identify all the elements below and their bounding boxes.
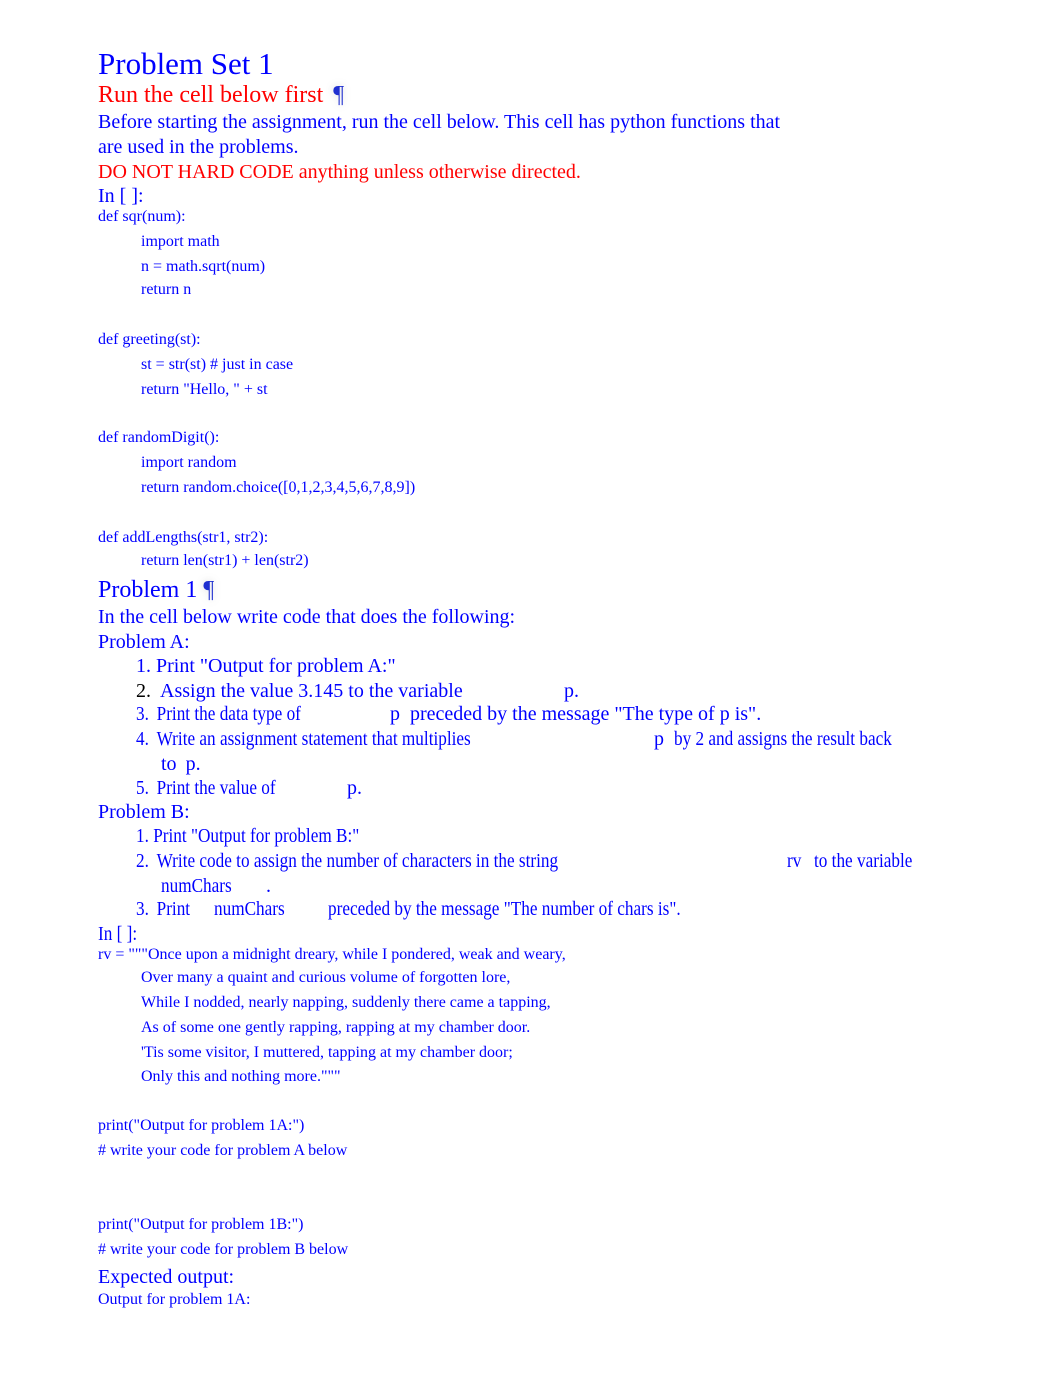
- item-number: 1.: [136, 655, 151, 677]
- code-line: return "Hello, " + st: [141, 381, 268, 398]
- item-number: 1.: [136, 825, 149, 847]
- item-number: 4.: [136, 728, 149, 750]
- problem-a-item-3: 3. Print the data type of: [136, 703, 328, 726]
- inline-variable: p: [390, 703, 400, 725]
- code-line: print("Output for problem 1B:"): [98, 1216, 304, 1233]
- intro-heading: Run the cell below first ¶: [98, 82, 344, 109]
- pilcrow-anchor-icon[interactable]: ¶: [203, 577, 214, 604]
- code-line: import random: [141, 454, 237, 471]
- code-line: rv = """Once upon a midnight dreary, whi…: [98, 946, 566, 963]
- item-text: Print: [156, 898, 191, 920]
- code-line: import math: [141, 233, 220, 250]
- item-number: 3.: [136, 703, 149, 725]
- code-line: 'Tis some visitor, I muttered, tapping a…: [141, 1044, 513, 1061]
- code-line: Over many a quaint and curious volume of…: [141, 969, 511, 986]
- problem-1-heading: Problem 1 ¶: [98, 577, 214, 604]
- code-line: # write your code for problem A below: [98, 1142, 348, 1159]
- item-number: 2.: [136, 680, 151, 702]
- item-continuation: numChars: [161, 875, 232, 897]
- inline-variable: rv: [787, 850, 802, 872]
- problem-a-item-2: 2. Assign the value 3.145 to the variabl…: [136, 680, 463, 703]
- intro-heading-text: Run the cell below first: [98, 82, 324, 108]
- inline-variable: p.: [347, 777, 362, 799]
- code-line: return random.choice([0,1,2,3,4,5,6,7,8,…: [141, 479, 416, 496]
- cell-1-prompt: In [ ]:: [98, 185, 144, 207]
- item-text: Print "Output for problem B:": [153, 825, 360, 847]
- item-number: 2.: [136, 850, 149, 872]
- code-line: print("Output for problem 1A:"): [98, 1117, 305, 1134]
- problem-b-label: Problem B:: [98, 801, 190, 823]
- item-number: 3.: [136, 898, 149, 920]
- hard-code-warning: DO NOT HARD CODE anything unless otherwi…: [98, 161, 581, 184]
- inline-variable: p.: [564, 680, 579, 702]
- code-line: While I nodded, nearly napping, suddenly…: [141, 994, 551, 1011]
- intro-line-1: Before starting the assignment, run the …: [98, 111, 781, 133]
- problem-a-item-1: 1. Print "Output for problem A:": [136, 655, 396, 678]
- problem-b-item-2: 2. Write code to assign the number of ch…: [136, 850, 627, 873]
- page-title: Problem Set 1: [98, 46, 274, 81]
- problem-a-item-4: 4. Write an assignment statement that mu…: [136, 728, 525, 751]
- problem-1-heading-text: Problem 1: [98, 577, 198, 603]
- cell-2-prompt: In [ ]:: [98, 923, 138, 945]
- expected-output-heading: Expected output:: [98, 1266, 235, 1288]
- item-text-after: to the variable: [814, 850, 913, 872]
- code-line: def sqr(num):: [98, 208, 186, 225]
- code-line: Only this and nothing more.""": [141, 1068, 341, 1085]
- problem-b-item-3: 3. Print: [136, 898, 199, 921]
- problem-a-label: Problem A:: [98, 631, 190, 653]
- item-continuation-period: .: [266, 875, 271, 897]
- warning-rest: anything unless otherwise directed.: [293, 161, 581, 183]
- item-text: Print "Output for problem A:": [156, 655, 396, 677]
- item-text-after: by 2 and assigns the result back: [674, 728, 892, 750]
- code-line: return len(str1) + len(str2): [141, 552, 309, 569]
- code-line: As of some one gently rapping, rapping a…: [141, 1019, 531, 1036]
- item-text: Print the value of: [156, 777, 276, 799]
- code-line: # write your code for problem B below: [98, 1241, 349, 1258]
- warning-emphasis: DO NOT HARD CODE: [98, 161, 294, 183]
- code-line: def randomDigit():: [98, 429, 220, 446]
- item-number: 5.: [136, 777, 149, 799]
- item-text: Write an assignment statement that multi…: [156, 728, 471, 750]
- item-text-after: preceded by the message "The type of p i…: [410, 703, 762, 725]
- code-line: return n: [141, 281, 192, 298]
- pilcrow-anchor-icon[interactable]: ¶: [333, 82, 344, 109]
- code-line: def greeting(st):: [98, 331, 201, 348]
- item-text: Write code to assign the number of chara…: [156, 850, 559, 872]
- expected-output-line: Output for problem 1A:: [98, 1291, 251, 1308]
- problem-b-item-1: 1. Print "Output for problem B:": [136, 825, 396, 848]
- item-text-after: preceded by the message "The number of c…: [328, 898, 681, 920]
- inline-variable: numChars: [214, 898, 285, 920]
- item-continuation: to p.: [161, 753, 201, 775]
- inline-variable: p: [654, 728, 664, 750]
- code-line: n = math.sqrt(num): [141, 258, 266, 275]
- code-line: st = str(st) # just in case: [141, 356, 294, 373]
- problem-a-item-5: 5. Print the value of: [136, 777, 298, 800]
- intro-line-2: are used in the problems.: [98, 136, 299, 158]
- problem-1-intro: In the cell below write code that does t…: [98, 606, 516, 628]
- item-text: Assign the value 3.145 to the variable: [160, 680, 463, 702]
- item-text: Print the data type of: [156, 703, 301, 725]
- code-line: def addLengths(str1, str2):: [98, 529, 269, 546]
